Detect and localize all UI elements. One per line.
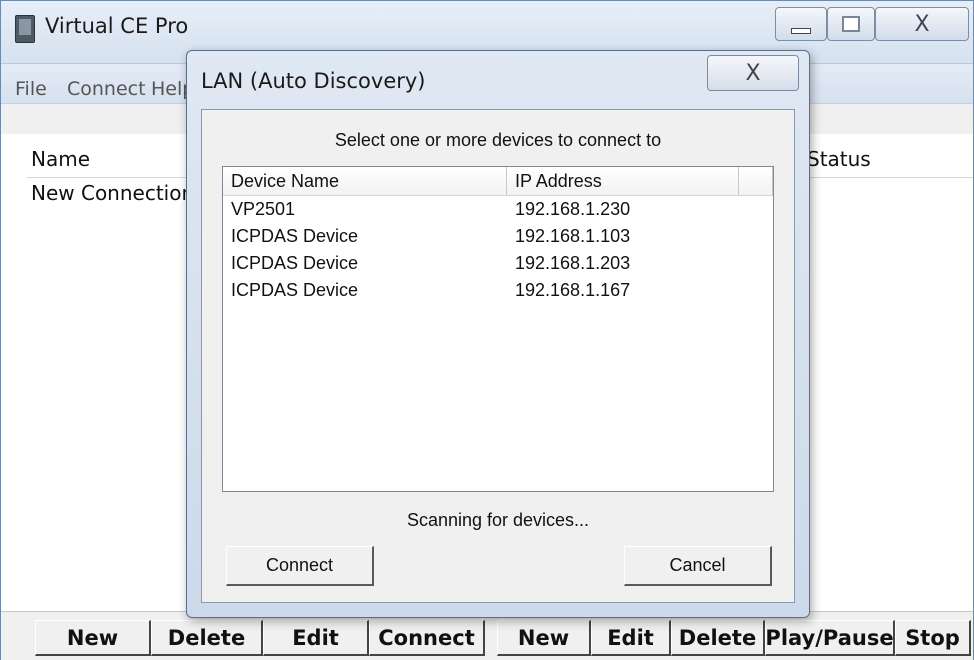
dialog-connect-button[interactable]: Connect bbox=[226, 546, 374, 586]
dialog-title: LAN (Auto Discovery) bbox=[201, 69, 426, 93]
stop-button[interactable]: Stop bbox=[895, 620, 971, 656]
app-icon bbox=[15, 15, 35, 43]
dialog-prompt: Select one or more devices to connect to bbox=[334, 130, 662, 150]
dialog-cancel-button[interactable]: Cancel bbox=[624, 546, 772, 586]
close-icon: X bbox=[914, 11, 930, 37]
edit-macro-button[interactable]: Edit bbox=[591, 620, 671, 656]
column-extra bbox=[739, 167, 773, 195]
device-row[interactable]: ICPDAS Device 192.168.1.203 bbox=[223, 251, 773, 278]
device-ip: 192.168.1.203 bbox=[515, 253, 631, 273]
window-title: Virtual CE Pro bbox=[45, 14, 189, 38]
device-name: ICPDAS Device bbox=[231, 253, 359, 273]
minimize-button[interactable] bbox=[775, 7, 827, 41]
device-ip: 192.168.1.167 bbox=[515, 280, 631, 300]
new-connection-button[interactable]: New bbox=[35, 620, 151, 656]
minimize-icon bbox=[791, 28, 811, 34]
edit-connection-button[interactable]: Edit bbox=[263, 620, 369, 656]
maximize-icon bbox=[842, 16, 860, 32]
maximize-button[interactable] bbox=[827, 7, 875, 41]
column-name[interactable]: Name bbox=[31, 147, 90, 171]
device-name: ICPDAS Device bbox=[231, 280, 359, 300]
connection-row[interactable]: New Connection bbox=[31, 181, 194, 205]
column-device-name[interactable]: Device Name bbox=[223, 167, 507, 195]
dialog-close-button[interactable]: X bbox=[707, 55, 799, 91]
play-pause-button[interactable]: Play/Pause bbox=[765, 620, 895, 656]
connect-button[interactable]: Connect bbox=[369, 620, 485, 656]
menu-connect[interactable]: Connect bbox=[67, 78, 146, 100]
delete-connection-button[interactable]: Delete bbox=[151, 620, 263, 656]
scan-status: Scanning for devices... bbox=[406, 510, 590, 530]
dialog-body: Select one or more devices to connect to… bbox=[201, 109, 795, 603]
device-list[interactable]: Device Name IP Address VP2501 192.168.1.… bbox=[222, 166, 774, 492]
device-list-header: Device Name IP Address bbox=[223, 167, 773, 196]
device-ip: 192.168.1.230 bbox=[515, 199, 631, 219]
menu-file[interactable]: File bbox=[15, 78, 47, 100]
close-button[interactable]: X bbox=[875, 7, 969, 41]
delete-macro-button[interactable]: Delete bbox=[671, 620, 765, 656]
device-ip: 192.168.1.103 bbox=[515, 226, 631, 246]
close-icon: X bbox=[745, 60, 761, 86]
bottom-button-bar: New Delete Edit Connect New Edit Delete … bbox=[1, 611, 973, 660]
device-name: ICPDAS Device bbox=[231, 226, 359, 246]
device-row[interactable]: VP2501 192.168.1.230 bbox=[223, 197, 773, 224]
device-row[interactable]: ICPDAS Device 192.168.1.167 bbox=[223, 278, 773, 305]
new-macro-button[interactable]: New bbox=[497, 620, 591, 656]
device-name: VP2501 bbox=[231, 199, 296, 219]
lan-auto-discovery-dialog: LAN (Auto Discovery) X Select one or mor… bbox=[186, 50, 810, 618]
device-row[interactable]: ICPDAS Device 192.168.1.103 bbox=[223, 224, 773, 251]
column-ip-address[interactable]: IP Address bbox=[507, 167, 739, 195]
column-status[interactable]: Status bbox=[807, 147, 871, 171]
